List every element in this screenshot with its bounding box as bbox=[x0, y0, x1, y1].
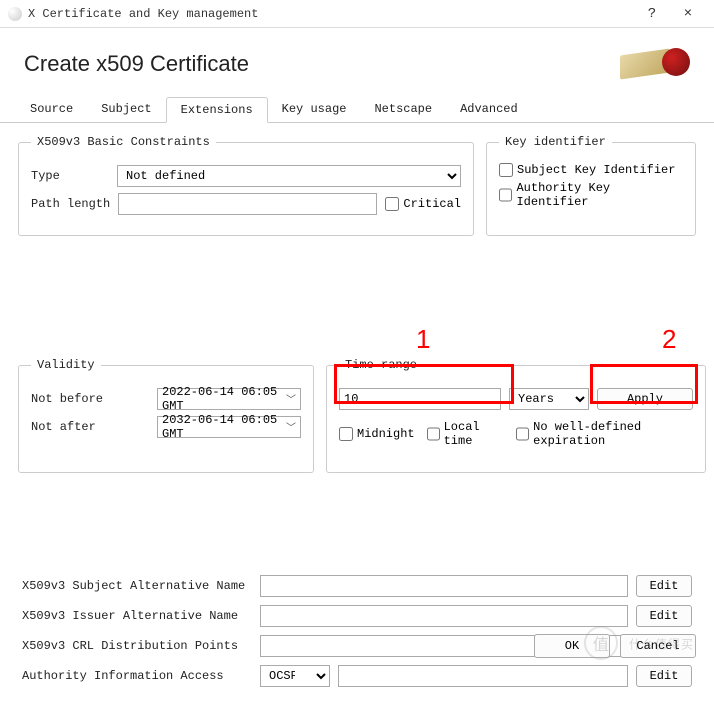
no-expiration-checkbox[interactable] bbox=[516, 427, 529, 441]
midnight-label: Midnight bbox=[357, 427, 415, 441]
san-label: X509v3 Subject Alternative Name bbox=[22, 579, 252, 593]
help-button[interactable]: ? bbox=[634, 0, 670, 28]
not-after-value: 2032-06-14 06:05 GMT bbox=[162, 413, 286, 441]
tab-subject[interactable]: Subject bbox=[87, 97, 165, 123]
ian-label: X509v3 Issuer Alternative Name bbox=[22, 609, 252, 623]
tab-key-usage[interactable]: Key usage bbox=[268, 97, 361, 123]
time-range-group: Time range Years Apply Midnight Local ti… bbox=[326, 358, 706, 473]
annotation-2: 2 bbox=[662, 324, 676, 355]
aia-input[interactable] bbox=[338, 665, 628, 687]
time-range-legend: Time range bbox=[339, 358, 423, 372]
certificate-seal-icon bbox=[620, 44, 690, 84]
not-before-picker[interactable]: 2022-06-14 06:05 GMT ﹀ bbox=[157, 388, 301, 410]
app-icon bbox=[8, 7, 22, 21]
time-range-unit-select[interactable]: Years bbox=[509, 388, 589, 410]
authority-key-id-wrap[interactable]: Authority Key Identifier bbox=[499, 181, 683, 209]
subject-key-id-checkbox[interactable] bbox=[499, 163, 513, 177]
key-identifier-legend: Key identifier bbox=[499, 135, 612, 149]
time-range-input[interactable] bbox=[339, 388, 501, 410]
validity-group: Validity Not before 2022-06-14 06:05 GMT… bbox=[18, 358, 314, 473]
authority-key-id-checkbox[interactable] bbox=[499, 188, 512, 202]
page-title: Create x509 Certificate bbox=[24, 51, 249, 77]
local-time-wrap[interactable]: Local time bbox=[427, 420, 505, 448]
path-length-input[interactable] bbox=[118, 193, 377, 215]
critical-label: Critical bbox=[403, 197, 461, 211]
annotation-1: 1 bbox=[416, 324, 430, 355]
aia-label: Authority Information Access bbox=[22, 669, 252, 683]
tab-content: X509v3 Basic Constraints Type Not define… bbox=[0, 123, 714, 703]
not-before-label: Not before bbox=[31, 392, 149, 406]
chevron-down-icon: ﹀ bbox=[286, 391, 296, 407]
not-after-label: Not after bbox=[31, 420, 149, 434]
subject-key-id-label: Subject Key Identifier bbox=[517, 163, 675, 177]
authority-key-id-label: Authority Key Identifier bbox=[516, 181, 683, 209]
critical-checkbox-wrap[interactable]: Critical bbox=[385, 197, 461, 211]
tab-source[interactable]: Source bbox=[16, 97, 87, 123]
critical-checkbox[interactable] bbox=[385, 197, 399, 211]
no-expiration-wrap[interactable]: No well-defined expiration bbox=[516, 420, 693, 448]
ian-input[interactable] bbox=[260, 605, 628, 627]
cancel-button[interactable]: Cancel bbox=[620, 634, 696, 658]
type-select[interactable]: Not defined bbox=[117, 165, 461, 187]
midnight-wrap[interactable]: Midnight bbox=[339, 427, 415, 441]
tab-advanced[interactable]: Advanced bbox=[446, 97, 532, 123]
aia-edit-button[interactable]: Edit bbox=[636, 665, 692, 687]
extensions-edit-list: X509v3 Subject Alternative Name Edit X50… bbox=[18, 575, 696, 687]
san-edit-button[interactable]: Edit bbox=[636, 575, 692, 597]
not-before-value: 2022-06-14 06:05 GMT bbox=[162, 385, 286, 413]
basic-constraints-group: X509v3 Basic Constraints Type Not define… bbox=[18, 135, 474, 236]
window-title: X Certificate and Key management bbox=[28, 7, 634, 21]
dialog-header: Create x509 Certificate bbox=[0, 28, 714, 96]
validity-legend: Validity bbox=[31, 358, 101, 372]
local-time-checkbox[interactable] bbox=[427, 427, 440, 441]
type-label: Type bbox=[31, 169, 109, 183]
crl-label: X509v3 CRL Distribution Points bbox=[22, 639, 252, 653]
aia-type-select[interactable]: OCSP bbox=[260, 665, 330, 687]
basic-constraints-legend: X509v3 Basic Constraints bbox=[31, 135, 216, 149]
san-input[interactable] bbox=[260, 575, 628, 597]
ian-edit-button[interactable]: Edit bbox=[636, 605, 692, 627]
path-length-label: Path length bbox=[31, 197, 110, 211]
not-after-picker[interactable]: 2032-06-14 06:05 GMT ﹀ bbox=[157, 416, 301, 438]
dialog-footer: OK Cancel bbox=[534, 634, 696, 658]
midnight-checkbox[interactable] bbox=[339, 427, 353, 441]
no-expiration-label: No well-defined expiration bbox=[533, 420, 693, 448]
close-button[interactable]: × bbox=[670, 0, 706, 28]
apply-button[interactable]: Apply bbox=[597, 388, 693, 410]
key-identifier-group: Key identifier Subject Key Identifier Au… bbox=[486, 135, 696, 236]
tab-bar: Source Subject Extensions Key usage Nets… bbox=[0, 96, 714, 123]
ok-button[interactable]: OK bbox=[534, 634, 610, 658]
tab-extensions[interactable]: Extensions bbox=[166, 97, 268, 123]
subject-key-id-wrap[interactable]: Subject Key Identifier bbox=[499, 163, 683, 177]
tab-netscape[interactable]: Netscape bbox=[360, 97, 446, 123]
window-titlebar: X Certificate and Key management ? × bbox=[0, 0, 714, 28]
local-time-label: Local time bbox=[444, 420, 505, 448]
chevron-down-icon: ﹀ bbox=[286, 419, 296, 435]
